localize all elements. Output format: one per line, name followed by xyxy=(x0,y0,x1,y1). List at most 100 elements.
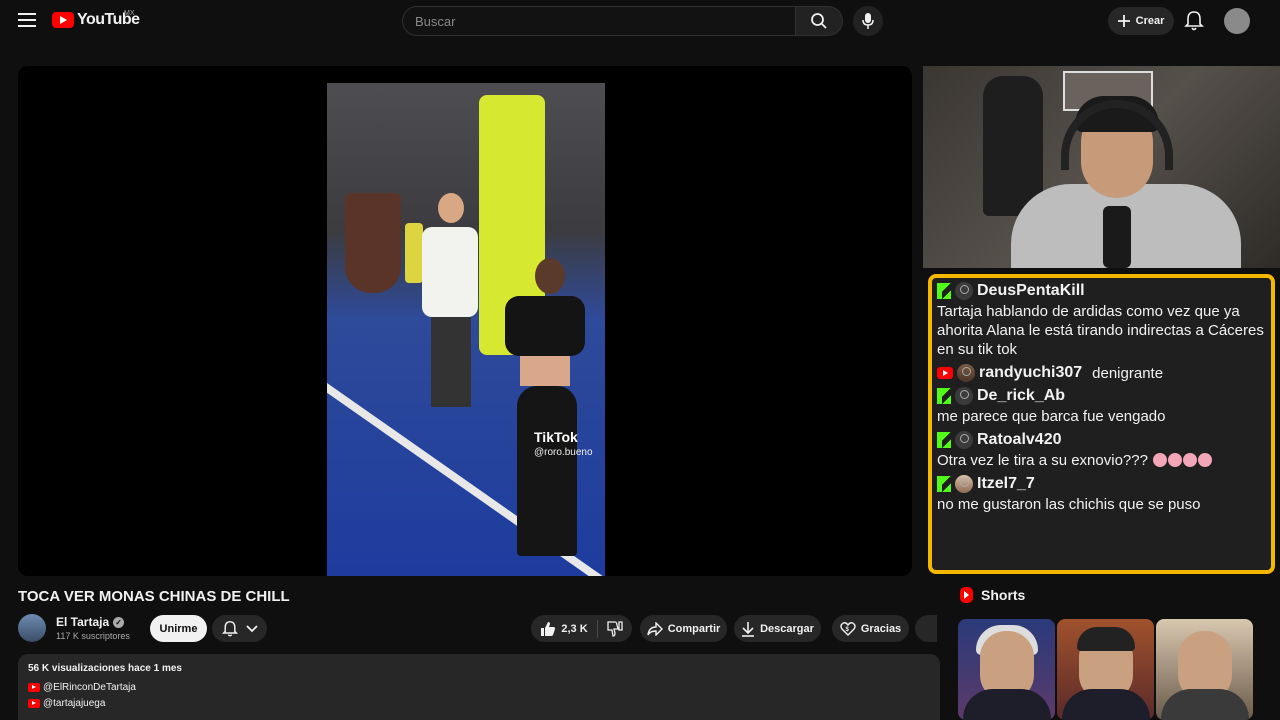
like-count[interactable]: 2,3 K xyxy=(561,623,587,635)
short-thumbnail[interactable] xyxy=(1156,619,1253,720)
thumb-hair xyxy=(1077,627,1135,651)
more-actions-button[interactable] xyxy=(915,615,937,642)
tiktok-handle: @roro.bueno xyxy=(534,447,593,458)
user-icon xyxy=(955,387,973,405)
video-player[interactable]: TikTok @roro.bueno xyxy=(18,66,912,576)
pig-emoji-icon xyxy=(1168,453,1183,467)
join-button[interactable]: Unirme xyxy=(150,615,207,642)
share-icon xyxy=(647,621,663,636)
chevron-down-icon xyxy=(245,624,258,632)
subscription-bell-button[interactable] xyxy=(212,615,267,642)
video-scene-person-boxer xyxy=(505,258,595,576)
chat-overlay: DeusPentaKill Tartaja hablando de ardida… xyxy=(928,274,1275,574)
divider xyxy=(596,619,598,638)
kick-icon xyxy=(937,432,951,448)
thumbs-down-icon[interactable] xyxy=(606,620,623,637)
search-button[interactable] xyxy=(795,6,843,36)
thumb-body xyxy=(1062,689,1150,720)
mic-icon xyxy=(862,13,874,29)
super-thanks-icon: $ xyxy=(840,622,856,636)
user-avatar xyxy=(955,475,973,493)
chat-text-row: Otra vez le tira a su exnovio??? xyxy=(937,451,1265,470)
chat-message: De_rick_Ab me parece que barca fue venga… xyxy=(937,387,1265,426)
create-button[interactable]: Crear xyxy=(1108,7,1174,35)
chat-username: De_rick_Ab xyxy=(977,387,1066,404)
download-button[interactable]: Descargar xyxy=(734,615,821,642)
tiktok-brand: TikTok xyxy=(534,429,578,445)
top-bar: YouTube MX Crear xyxy=(0,0,1280,44)
short-thumbnail[interactable] xyxy=(958,619,1055,720)
country-code: MX xyxy=(124,10,135,17)
menu-icon[interactable] xyxy=(18,13,36,29)
pig-emoji-icon xyxy=(1183,453,1198,467)
kick-icon xyxy=(937,388,951,404)
youtube-icon xyxy=(28,699,40,708)
cam-microphone xyxy=(1103,206,1131,268)
video-scene-person-trainer xyxy=(422,193,480,413)
plus-icon xyxy=(1117,15,1130,27)
shorts-header: Shorts xyxy=(960,587,1025,603)
svg-text:$: $ xyxy=(845,627,849,633)
chat-text: Otra vez le tira a su exnovio??? xyxy=(937,452,1148,469)
thanks-button[interactable]: $ Gracias xyxy=(832,615,909,642)
share-label: Compartir xyxy=(667,622,721,635)
video-title: TOCA VER MONAS CHINAS DE CHILL xyxy=(18,588,290,605)
download-label: Descargar xyxy=(760,622,814,635)
chat-message: Itzel7_7 no me gustaron las chichis que … xyxy=(937,475,1265,514)
youtube-logo[interactable]: YouTube MX xyxy=(52,10,140,29)
shorts-heading: Shorts xyxy=(981,587,1026,603)
youtube-icon xyxy=(28,683,40,692)
tiktok-watermark: TikTok @roro.bueno xyxy=(534,429,593,458)
chat-message: Ratoalv420 Otra vez le tira a su exnovio… xyxy=(937,431,1265,470)
chat-text: denigrante xyxy=(1092,364,1164,382)
youtube-play-icon xyxy=(52,12,74,28)
video-scene-bag-small xyxy=(405,223,423,283)
pig-emoji-icon xyxy=(1153,453,1168,467)
kick-icon xyxy=(937,476,951,492)
chat-username: DeusPentaKill xyxy=(977,282,1085,299)
description-box[interactable]: 56 K visualizaciones hace 1 mes @ElRinco… xyxy=(18,654,940,720)
chat-username: Itzel7_7 xyxy=(977,475,1035,492)
video-frame: TikTok @roro.bueno xyxy=(327,83,605,576)
chat-username: Ratoalv420 xyxy=(977,431,1062,448)
subscriber-count: 117 K suscriptores xyxy=(56,631,130,641)
youtube-icon xyxy=(937,367,953,379)
video-scene-bag xyxy=(345,193,401,293)
shorts-icon xyxy=(960,587,973,603)
channel-link[interactable]: @ElRinconDeTartaja xyxy=(43,682,136,693)
chat-message: DeusPentaKill Tartaja hablando de ardida… xyxy=(937,282,1265,359)
download-icon xyxy=(742,621,755,637)
thumbs-up-icon[interactable] xyxy=(540,621,556,637)
streamer-webcam xyxy=(923,66,1280,268)
bell-icon xyxy=(1184,11,1204,31)
search-icon xyxy=(811,13,827,29)
bell-icon xyxy=(221,620,238,637)
chat-message: randyuchi307 denigrante xyxy=(937,364,1265,382)
channel-avatar[interactable] xyxy=(18,614,46,642)
channel-link[interactable]: @tartajajuega xyxy=(43,698,105,709)
user-icon xyxy=(955,282,973,300)
search-input[interactable] xyxy=(402,6,796,36)
user-avatar xyxy=(957,364,975,382)
kick-icon xyxy=(937,283,951,299)
short-thumbnail[interactable] xyxy=(1057,619,1154,720)
chat-username: randyuchi307 xyxy=(979,364,1083,381)
share-button[interactable]: Compartir xyxy=(640,615,727,642)
voice-search-button[interactable] xyxy=(853,6,883,36)
channel-name[interactable]: El Tartaja xyxy=(56,615,109,629)
account-avatar[interactable] xyxy=(1224,8,1250,34)
chat-text: no me gustaron las chichis que se puso xyxy=(937,496,1201,513)
thanks-label: Gracias xyxy=(860,622,902,635)
description-link[interactable]: @tartajajuega xyxy=(28,698,930,709)
like-dislike-group: 2,3 K xyxy=(531,615,632,642)
channel-name-row[interactable]: El Tartaja ✓ xyxy=(56,615,125,629)
user-icon xyxy=(955,431,973,449)
verified-icon: ✓ xyxy=(113,616,125,628)
view-date-meta: 56 K visualizaciones hace 1 mes xyxy=(28,663,182,674)
thumb-body xyxy=(963,689,1051,720)
chat-text: me parece que barca fue vengado xyxy=(937,408,1166,425)
thumb-body xyxy=(1161,689,1249,720)
description-link[interactable]: @ElRinconDeTartaja xyxy=(28,682,930,693)
notifications-button[interactable] xyxy=(1184,10,1204,32)
pig-emoji-icon xyxy=(1198,453,1213,467)
